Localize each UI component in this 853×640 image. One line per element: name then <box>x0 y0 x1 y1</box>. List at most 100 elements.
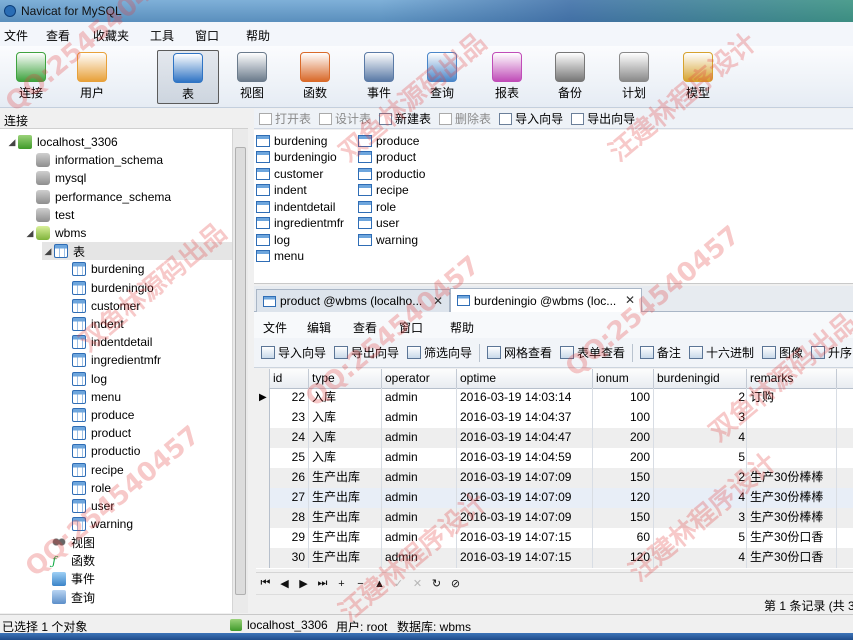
table-row[interactable]: 26 生产出库 admin 2016-03-19 14:07:09 150 2 生产30份棒… <box>256 468 853 488</box>
tree-scrollbar-thumb[interactable] <box>235 147 246 595</box>
grid-cell[interactable]: 4 <box>654 428 747 448</box>
grid-cell[interactable]: 入库 <box>309 428 382 448</box>
grid-cell[interactable]: 2016-03-19 14:07:09 <box>457 468 593 488</box>
expanded-arrow-icon[interactable]: ◢ <box>42 246 54 257</box>
tree-item[interactable]: recipe <box>60 461 124 479</box>
tree-item[interactable]: log <box>60 370 107 388</box>
grid-cell[interactable]: 5 <box>654 448 747 468</box>
grid-cell[interactable]: 150 <box>593 508 654 528</box>
tree-item[interactable]: ◢ wbms <box>24 224 86 242</box>
object-list-item[interactable]: produce <box>358 132 419 149</box>
grid-cell[interactable]: 200 <box>593 448 654 468</box>
table-row[interactable]: 27 生产出库 admin 2016-03-19 14:07:09 120 4 生产30份棒… <box>256 488 853 508</box>
table-row[interactable]: 30 生产出库 admin 2016-03-19 14:07:15 120 4 生产30份口… <box>256 548 853 568</box>
menu-item-5[interactable]: 帮助 <box>246 27 282 44</box>
tree-item[interactable]: ◢ localhost_3306 <box>6 133 118 151</box>
table-menu-item-4[interactable]: 帮助 <box>450 319 474 336</box>
table-row[interactable]: 28 生产出库 admin 2016-03-19 14:07:09 150 3 生产30份棒… <box>256 508 853 528</box>
tree-item[interactable]: ◢ 表 <box>42 242 232 261</box>
grid-cell[interactable]: 26 <box>270 468 309 488</box>
tree-item[interactable]: user <box>60 497 114 515</box>
refresh-icon[interactable]: ↻ <box>427 577 446 590</box>
tree-item[interactable]: test <box>24 206 74 224</box>
object-list-item[interactable]: role <box>358 198 396 215</box>
grid-cell[interactable] <box>747 428 837 448</box>
object-toolbar-button-4[interactable]: 导入向导 <box>499 110 563 127</box>
table-toolbar-button-7[interactable]: 图像 <box>761 344 803 361</box>
tree-item[interactable]: customer <box>60 297 140 315</box>
tree-item[interactable]: indent <box>60 315 124 333</box>
grid-cell[interactable]: 生产出库 <box>309 548 382 568</box>
table-row[interactable]: 25 入库 admin 2016-03-19 14:04:59 200 5 <box>256 448 853 468</box>
grid-cell[interactable]: 2016-03-19 14:03:14 <box>457 388 593 408</box>
table-toolbar-button-5[interactable]: 备注 <box>639 344 681 361</box>
last-record-icon[interactable]: ⏭ <box>313 577 332 590</box>
grid-cell[interactable]: 入库 <box>309 388 382 408</box>
toolbar-button-7[interactable]: 报表 <box>476 50 538 104</box>
object-list-item[interactable]: indentdetail <box>256 198 335 215</box>
expanded-arrow-icon[interactable]: ◢ <box>6 137 18 148</box>
tree-item[interactable]: information_schema <box>24 151 163 169</box>
object-list-item[interactable]: menu <box>256 248 304 265</box>
toolbar-button-2[interactable]: 表 <box>157 50 219 104</box>
object-list-item[interactable]: product <box>358 149 416 166</box>
tree-item[interactable]: burdening <box>60 260 144 278</box>
expanded-arrow-icon[interactable]: ◢ <box>24 228 36 239</box>
table-toolbar-button-1[interactable]: 导出向导 <box>334 344 399 361</box>
grid-cell[interactable]: 2 <box>654 388 747 408</box>
tree-item[interactable]: role <box>60 479 111 497</box>
toolbar-button-9[interactable]: 计划 <box>603 50 665 104</box>
grid-cell[interactable] <box>747 448 837 468</box>
table-row[interactable]: 29 生产出库 admin 2016-03-19 14:07:15 60 5 生产30份口香 <box>256 528 853 548</box>
tree-item[interactable]: produce <box>60 406 134 424</box>
grid-cell[interactable]: 120 <box>593 548 654 568</box>
grid-cell[interactable]: 3 <box>654 508 747 528</box>
menu-item-2[interactable]: 收藏夹 <box>93 27 141 44</box>
tree-item[interactable]: warning <box>60 515 133 533</box>
object-list-item[interactable]: indent <box>256 182 307 199</box>
table-toolbar-button-3[interactable]: 网格查看 <box>486 344 552 361</box>
tree-item[interactable]: mysql <box>24 169 86 187</box>
grid-cell[interactable]: 2016-03-19 14:04:59 <box>457 448 593 468</box>
grid-cell[interactable]: 入库 <box>309 408 382 428</box>
tree-item[interactable]: menu <box>60 388 121 406</box>
table-menu-item-0[interactable]: 文件 <box>263 319 287 336</box>
grid-cell[interactable]: admin <box>382 528 457 548</box>
grid-cell[interactable]: 60 <box>593 528 654 548</box>
grid-cell[interactable] <box>747 408 837 428</box>
object-list-item[interactable]: burdeningio <box>256 149 337 166</box>
object-list-item[interactable]: ingredientmfr <box>256 215 344 232</box>
table-row[interactable]: 23 入库 admin 2016-03-19 14:04:37 100 3 <box>256 408 853 428</box>
grid-cell[interactable]: 100 <box>593 388 654 408</box>
grid-cell[interactable]: admin <box>382 508 457 528</box>
tree-item[interactable]: performance_schema <box>24 188 171 206</box>
grid-cell[interactable]: 4 <box>654 548 747 568</box>
toolbar-button-0[interactable]: 连接 <box>0 50 62 104</box>
grid-cell[interactable]: 25 <box>270 448 309 468</box>
tree-item[interactable]: burdeningio <box>60 279 154 297</box>
grid-cell[interactable]: 生产30份口香 <box>747 548 837 568</box>
toolbar-button-10[interactable]: 模型 <box>667 50 729 104</box>
grid-cell[interactable]: 3 <box>654 408 747 428</box>
menu-item-4[interactable]: 窗口 <box>195 27 231 44</box>
add-record-icon[interactable]: + <box>332 578 351 590</box>
grid-cell[interactable]: 29 <box>270 528 309 548</box>
grid-cell[interactable]: 23 <box>270 408 309 428</box>
tree-item[interactable]: ingredientmfr <box>60 351 161 369</box>
tree-item[interactable]: 视图 <box>40 533 95 551</box>
grid-cell[interactable]: admin <box>382 408 457 428</box>
grid-cell[interactable]: 生产出库 <box>309 528 382 548</box>
grid-cell[interactable]: admin <box>382 548 457 568</box>
tree-item[interactable]: 查询 <box>40 588 95 606</box>
grid-cell[interactable]: 30 <box>270 548 309 568</box>
tree-item[interactable]: productio <box>60 442 140 460</box>
object-list-item[interactable]: user <box>358 215 399 232</box>
table-menu-item-1[interactable]: 编辑 <box>307 319 331 336</box>
first-record-icon[interactable]: ⏮ <box>256 577 275 590</box>
grid-cell[interactable]: 生产30份棒棒 <box>747 488 837 508</box>
tree-item[interactable]: ƒ 函数 <box>40 552 95 570</box>
grid-cell[interactable]: 2 <box>654 468 747 488</box>
menu-item-0[interactable]: 文件 <box>4 27 40 44</box>
grid-cell[interactable]: 200 <box>593 428 654 448</box>
stop-icon[interactable]: ⊘ <box>446 577 465 590</box>
